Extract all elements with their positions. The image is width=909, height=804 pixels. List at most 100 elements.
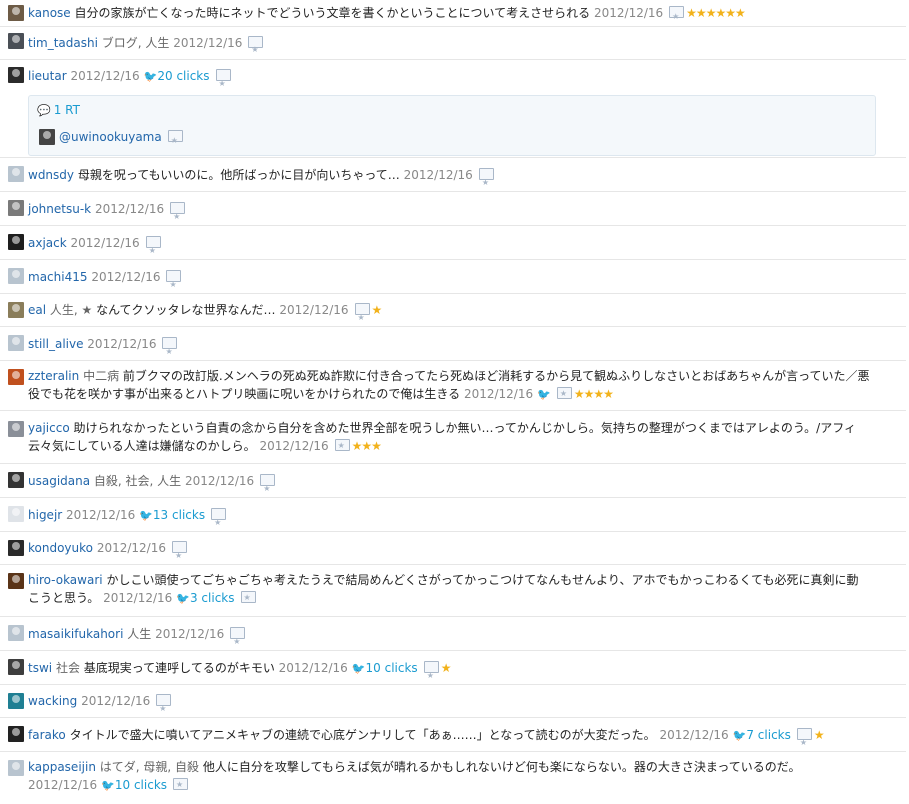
tag-list[interactable]: はてダ, 母親, 自殺 bbox=[100, 760, 199, 774]
date-link[interactable]: 2012/12/16 bbox=[70, 69, 139, 83]
twitter-bird-icon[interactable]: 🐦 bbox=[537, 388, 551, 401]
avatar[interactable] bbox=[8, 760, 24, 776]
username-link[interactable]: masaikifukahori bbox=[28, 627, 123, 641]
avatar[interactable] bbox=[8, 33, 24, 49]
add-star-icon[interactable] bbox=[170, 200, 186, 234]
retweet-count-link[interactable]: 1 RT bbox=[54, 103, 80, 117]
date-link[interactable]: 2012/12/16 bbox=[103, 591, 172, 605]
username-link[interactable]: lieutar bbox=[28, 69, 67, 83]
retweet-user-link[interactable]: @uwinookuyama bbox=[59, 130, 162, 144]
add-star-icon[interactable] bbox=[669, 4, 685, 30]
add-star-icon[interactable] bbox=[173, 776, 189, 794]
username-link[interactable]: yajicco bbox=[28, 421, 70, 435]
add-star-icon[interactable] bbox=[162, 335, 178, 369]
username-link[interactable]: wacking bbox=[28, 694, 77, 708]
avatar[interactable] bbox=[8, 335, 24, 351]
date-link[interactable]: 2012/12/16 bbox=[81, 694, 150, 708]
add-star-icon[interactable] bbox=[156, 692, 172, 725]
click-count-link[interactable]: 3 clicks bbox=[190, 591, 235, 605]
click-count-link[interactable]: 20 clicks bbox=[157, 69, 209, 83]
tag-list[interactable]: ブログ, 人生 bbox=[102, 36, 170, 50]
add-star-icon[interactable] bbox=[334, 437, 350, 455]
date-link[interactable]: 2012/12/16 bbox=[155, 627, 224, 641]
avatar[interactable] bbox=[8, 5, 24, 21]
date-link[interactable]: 2012/12/16 bbox=[95, 202, 164, 216]
click-count-link[interactable]: 10 clicks bbox=[366, 661, 418, 675]
add-star-icon[interactable] bbox=[145, 234, 161, 268]
date-link[interactable]: 2012/12/16 bbox=[594, 6, 663, 20]
date-link[interactable]: 2012/12/16 bbox=[71, 236, 140, 250]
username-link[interactable]: kanose bbox=[28, 6, 71, 20]
avatar[interactable] bbox=[8, 506, 24, 522]
avatar[interactable] bbox=[8, 200, 24, 216]
star-rating[interactable]: ★★★★★★ bbox=[686, 6, 746, 20]
tag-list[interactable]: 自殺, 社会, 人生 bbox=[94, 474, 181, 488]
tag-list[interactable]: 人生, ★ bbox=[50, 303, 92, 317]
date-link[interactable]: 2012/12/16 bbox=[659, 728, 728, 742]
username-link[interactable]: farako bbox=[28, 728, 66, 742]
add-star-icon[interactable] bbox=[166, 268, 182, 302]
add-star-icon[interactable] bbox=[478, 166, 494, 200]
avatar[interactable] bbox=[8, 726, 24, 742]
add-star-icon[interactable] bbox=[240, 589, 256, 607]
add-star-icon[interactable] bbox=[260, 472, 276, 506]
username-link[interactable]: axjack bbox=[28, 236, 67, 250]
avatar[interactable] bbox=[8, 573, 24, 589]
date-link[interactable]: 2012/12/16 bbox=[279, 303, 348, 317]
username-link[interactable]: tim_tadashi bbox=[28, 36, 98, 50]
add-star-icon[interactable] bbox=[248, 34, 264, 66]
avatar[interactable] bbox=[8, 369, 24, 385]
date-link[interactable]: 2012/12/16 bbox=[66, 508, 135, 522]
username-link[interactable]: still_alive bbox=[28, 337, 83, 351]
username-link[interactable]: eal bbox=[28, 303, 46, 317]
username-link[interactable]: zzteralin bbox=[28, 369, 79, 383]
click-count-link[interactable]: 7 clicks bbox=[746, 728, 791, 742]
star-rating[interactable]: ★ bbox=[814, 728, 825, 742]
click-count-link[interactable]: 13 clicks bbox=[153, 508, 205, 522]
tag-list[interactable]: 社会 bbox=[56, 661, 80, 675]
date-link[interactable]: 2012/12/16 bbox=[97, 541, 166, 555]
avatar[interactable] bbox=[8, 540, 24, 556]
add-star-icon[interactable] bbox=[215, 67, 231, 100]
add-star-icon[interactable] bbox=[211, 506, 227, 540]
star-rating[interactable]: ★ bbox=[372, 303, 383, 317]
username-link[interactable]: kappaseijin bbox=[28, 760, 96, 774]
username-link[interactable]: hiro-okawari bbox=[28, 573, 103, 587]
add-star-icon[interactable] bbox=[167, 128, 183, 154]
username-link[interactable]: kondoyuko bbox=[28, 541, 93, 555]
avatar[interactable] bbox=[8, 693, 24, 709]
star-rating[interactable]: ★★★★ bbox=[574, 387, 614, 401]
username-link[interactable]: wdnsdy bbox=[28, 168, 74, 182]
username-link[interactable]: johnetsu-k bbox=[28, 202, 91, 216]
avatar[interactable] bbox=[8, 166, 24, 182]
avatar[interactable] bbox=[8, 472, 24, 488]
username-link[interactable]: usagidana bbox=[28, 474, 90, 488]
avatar[interactable] bbox=[8, 659, 24, 675]
username-link[interactable]: machi415 bbox=[28, 270, 87, 284]
add-star-icon[interactable] bbox=[556, 385, 572, 403]
date-link[interactable]: 2012/12/16 bbox=[28, 778, 97, 792]
tag-list[interactable]: 中二病 bbox=[83, 369, 119, 383]
add-star-icon[interactable] bbox=[172, 539, 187, 572]
date-link[interactable]: 2012/12/16 bbox=[259, 439, 328, 453]
avatar[interactable] bbox=[8, 421, 24, 437]
date-link[interactable]: 2012/12/16 bbox=[279, 661, 348, 675]
avatar[interactable] bbox=[8, 302, 24, 318]
add-star-icon[interactable] bbox=[796, 726, 812, 760]
tag-list[interactable]: 人生 bbox=[127, 627, 151, 641]
date-link[interactable]: 2012/12/16 bbox=[185, 474, 254, 488]
avatar[interactable] bbox=[8, 67, 24, 83]
avatar[interactable] bbox=[8, 625, 24, 641]
date-link[interactable]: 2012/12/16 bbox=[173, 36, 242, 50]
avatar[interactable] bbox=[8, 234, 24, 250]
avatar[interactable] bbox=[8, 268, 24, 284]
username-link[interactable]: tswi bbox=[28, 661, 52, 675]
date-link[interactable]: 2012/12/16 bbox=[464, 387, 533, 401]
star-rating[interactable]: ★★★ bbox=[352, 439, 382, 453]
date-link[interactable]: 2012/12/16 bbox=[91, 270, 160, 284]
avatar[interactable] bbox=[39, 129, 55, 145]
add-star-icon[interactable] bbox=[230, 625, 246, 659]
add-star-icon[interactable] bbox=[354, 301, 370, 334]
star-rating[interactable]: ★ bbox=[441, 661, 452, 675]
add-star-icon[interactable] bbox=[423, 659, 439, 693]
